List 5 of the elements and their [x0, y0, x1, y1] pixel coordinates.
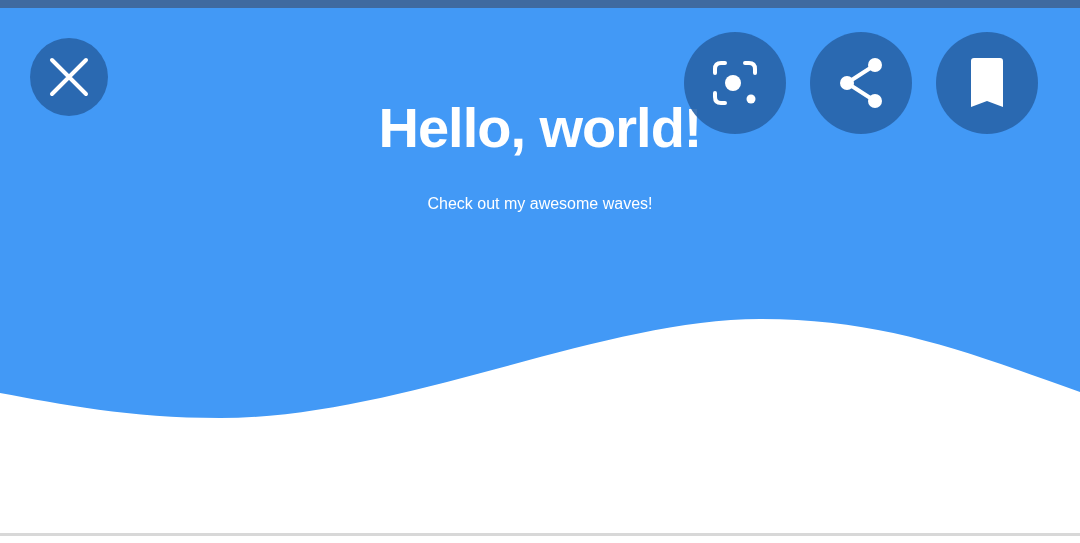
page-title: Hello, world!	[378, 96, 702, 160]
page-subtitle: Check out my awesome waves!	[427, 194, 653, 214]
close-icon	[49, 57, 89, 97]
lens-icon	[711, 59, 759, 107]
share-icon	[837, 57, 885, 109]
